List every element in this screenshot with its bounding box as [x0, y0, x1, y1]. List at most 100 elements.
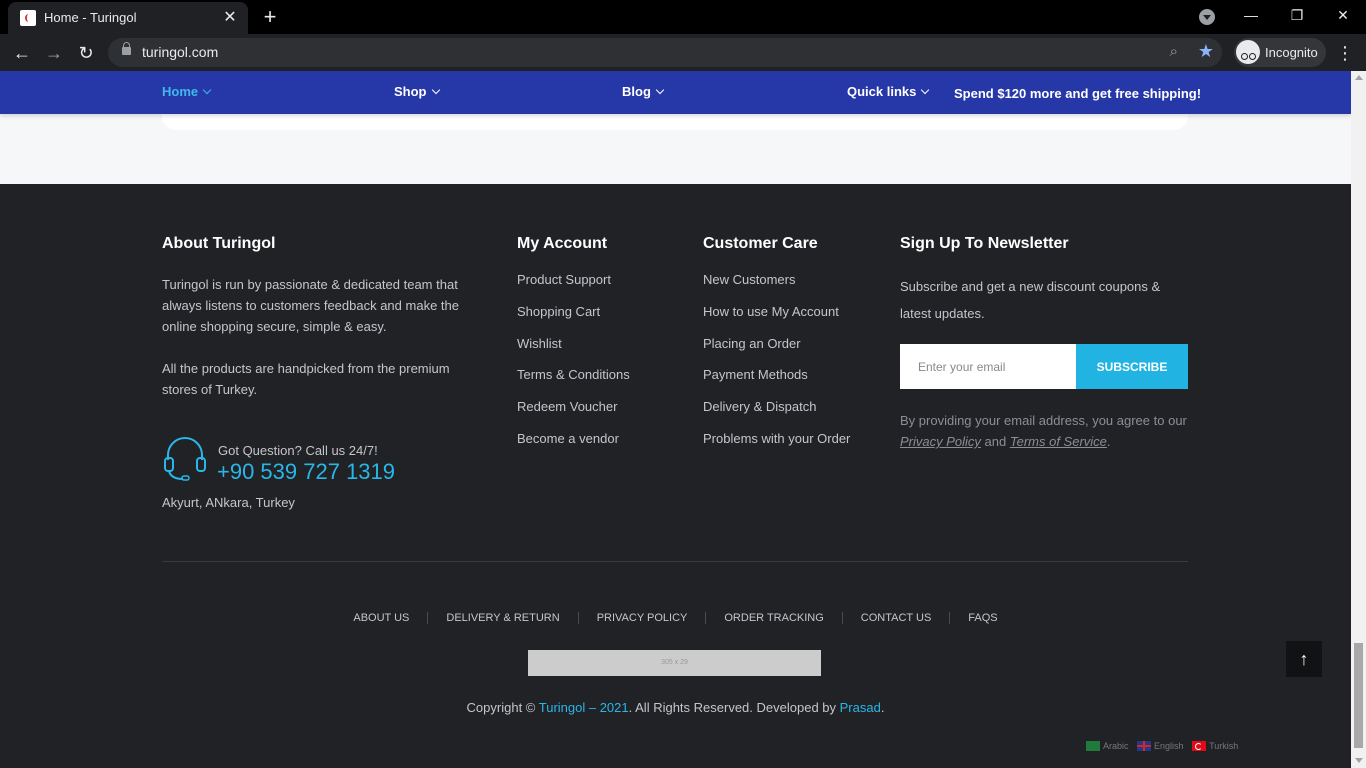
nav-item-label: Home: [162, 84, 199, 99]
nav-item-label: Quick links: [847, 84, 917, 99]
terms-of-service-link[interactable]: Terms of Service: [1010, 434, 1107, 449]
language-option-turkish[interactable]: Turkish: [1192, 740, 1239, 752]
nav-item-quick-links[interactable]: Quick links: [847, 84, 930, 99]
footer-link-new-customers[interactable]: New Customers: [703, 272, 850, 304]
my-account-links: Product Support Shopping Cart Wishlist T…: [517, 272, 630, 463]
close-tab-icon[interactable]: ✕: [220, 8, 240, 28]
language-option-english[interactable]: English: [1137, 740, 1184, 752]
profile-label: Incognito: [1265, 45, 1318, 60]
email-field[interactable]: [900, 344, 1076, 389]
consent-period: .: [1106, 434, 1111, 449]
copyright-suffix: .: [880, 700, 885, 715]
lock-icon[interactable]: [122, 42, 131, 55]
page-viewport: Home Shop Blog Quick links Spend $120 mo…: [0, 71, 1351, 768]
uk-flag-icon: [1137, 740, 1152, 751]
customer-care-title: Customer Care: [703, 235, 818, 252]
chevron-down-icon: [921, 85, 930, 95]
footer-link-terms-conditions[interactable]: Terms & Conditions: [517, 367, 630, 399]
copyright-prefix: Copyright ©: [466, 700, 539, 715]
footer-link-order-problems[interactable]: Problems with your Order: [703, 431, 850, 463]
close-window-button[interactable]: ✕: [1320, 5, 1366, 25]
copyright-middle: . All Rights Reserved. Developed by: [628, 700, 840, 715]
chevron-down-icon: [431, 85, 440, 95]
newsletter-consent: By providing your email address, you agr…: [900, 410, 1190, 452]
tab-search-icon[interactable]: [1199, 9, 1215, 25]
newsletter-title: Sign Up To Newsletter: [900, 235, 1069, 252]
new-tab-button[interactable]: +: [260, 6, 280, 28]
footer-link-product-support[interactable]: Product Support: [517, 272, 630, 304]
footer-link-payment-methods[interactable]: Payment Methods: [703, 367, 850, 399]
footer-link-shopping-cart[interactable]: Shopping Cart: [517, 304, 630, 336]
scroll-down-icon[interactable]: [1355, 758, 1363, 763]
arrow-up-icon: ↑: [1299, 649, 1309, 669]
footer-link-become-vendor[interactable]: Become a vendor: [517, 431, 630, 463]
profile-button[interactable]: Incognito: [1234, 38, 1326, 67]
bottom-link-delivery-return[interactable]: DELIVERY & RETURN: [427, 612, 577, 624]
saudi-flag-icon: [1086, 740, 1100, 751]
reload-icon[interactable]: ↻: [74, 41, 98, 65]
zoom-icon[interactable]: ⌕: [1170, 43, 1178, 60]
nav-item-label: Blog: [622, 84, 651, 99]
footer-link-how-to-use-account[interactable]: How to use My Account: [703, 304, 850, 336]
turkey-flag-icon: [1192, 740, 1207, 751]
star-icon[interactable]: ★: [1198, 41, 1214, 62]
browser-tab[interactable]: Home - Turingol ✕: [8, 2, 248, 34]
incognito-icon: [1236, 40, 1260, 64]
bottom-link-faqs[interactable]: FAQS: [949, 612, 1015, 624]
bottom-link-about-us[interactable]: ABOUT US: [335, 612, 427, 624]
payment-methods-image: 305 x 29: [528, 650, 821, 676]
brand-link[interactable]: Turingol – 2021: [539, 700, 629, 715]
copyright: Copyright © Turingol – 2021. All Rights …: [0, 700, 1351, 715]
footer-link-wishlist[interactable]: Wishlist: [517, 336, 630, 368]
language-label: Arabic: [1103, 741, 1129, 751]
nav-item-label: Shop: [394, 84, 427, 99]
chevron-down-icon: [202, 85, 212, 95]
language-option-arabic[interactable]: Arabic: [1086, 740, 1129, 752]
minimize-button[interactable]: —: [1228, 5, 1274, 25]
footer-link-placing-order[interactable]: Placing an Order: [703, 336, 850, 368]
developer-link[interactable]: Prasad: [840, 700, 881, 715]
footer-link-delivery-dispatch[interactable]: Delivery & Dispatch: [703, 399, 850, 431]
footer-divider: [162, 561, 1188, 562]
language-label: English: [1154, 741, 1184, 751]
customer-care-links: New Customers How to use My Account Plac…: [703, 272, 850, 463]
headset-icon: [164, 437, 206, 481]
site-footer: About Turingol Turingol is run by passio…: [0, 184, 1351, 768]
scroll-up-icon[interactable]: [1355, 75, 1363, 80]
footer-bottom-links: ABOUT US DELIVERY & RETURN PRIVACY POLICY O…: [0, 612, 1351, 624]
site-favicon-icon: [20, 10, 36, 26]
my-account-title: My Account: [517, 235, 608, 252]
language-label: Turkish: [1209, 741, 1239, 751]
nav-item-home[interactable]: Home: [162, 84, 212, 99]
restore-button[interactable]: ❐: [1274, 5, 1320, 25]
about-paragraph: Turingol is run by passionate & dedicate…: [162, 277, 459, 334]
bottom-link-privacy-policy[interactable]: PRIVACY POLICY: [577, 612, 706, 624]
forward-icon[interactable]: →: [42, 41, 66, 65]
newsletter-description: Subscribe and get a new discount coupons…: [900, 279, 1161, 321]
url-text[interactable]: turingol.com: [142, 44, 218, 60]
scrollbar-thumb[interactable]: [1354, 643, 1363, 748]
support-phone[interactable]: +90 539 727 1319: [217, 459, 395, 485]
consent-text: By providing your email address, you agr…: [900, 413, 1187, 428]
back-to-top-button[interactable]: ↑: [1286, 641, 1322, 677]
consent-and: and: [980, 434, 1010, 449]
main-navbar: Home Shop Blog Quick links Spend $120 mo…: [0, 71, 1351, 114]
subscribe-button[interactable]: SUBSCRIBE: [1076, 344, 1188, 389]
address-bar[interactable]: turingol.com ⌕ ★: [108, 38, 1222, 67]
support-question: Got Question? Call us 24/7!: [218, 443, 378, 458]
menu-icon[interactable]: ⋮: [1336, 41, 1354, 65]
nav-item-shop[interactable]: Shop: [394, 84, 440, 99]
tab-strip: Home - Turingol ✕ + — ❐ ✕: [0, 0, 1366, 34]
nav-item-blog[interactable]: Blog: [622, 84, 665, 99]
page-scrollbar[interactable]: [1351, 71, 1366, 768]
back-icon[interactable]: ←: [10, 41, 34, 65]
chevron-down-icon: [655, 85, 665, 95]
privacy-policy-link[interactable]: Privacy Policy: [900, 434, 981, 449]
bottom-link-order-tracking[interactable]: ORDER TRACKING: [705, 612, 841, 624]
footer-link-redeem-voucher[interactable]: Redeem Voucher: [517, 399, 630, 431]
about-title: About Turingol: [162, 235, 276, 252]
browser-toolbar: ← → ↻ turingol.com ⌕ ★ Incognito ⋮: [0, 34, 1366, 71]
shipping-notice: Spend $120 more and get free shipping!: [954, 86, 1202, 101]
about-paragraph-2: All the products are handpicked from the…: [162, 361, 450, 397]
bottom-link-contact-us[interactable]: CONTACT US: [841, 612, 950, 624]
